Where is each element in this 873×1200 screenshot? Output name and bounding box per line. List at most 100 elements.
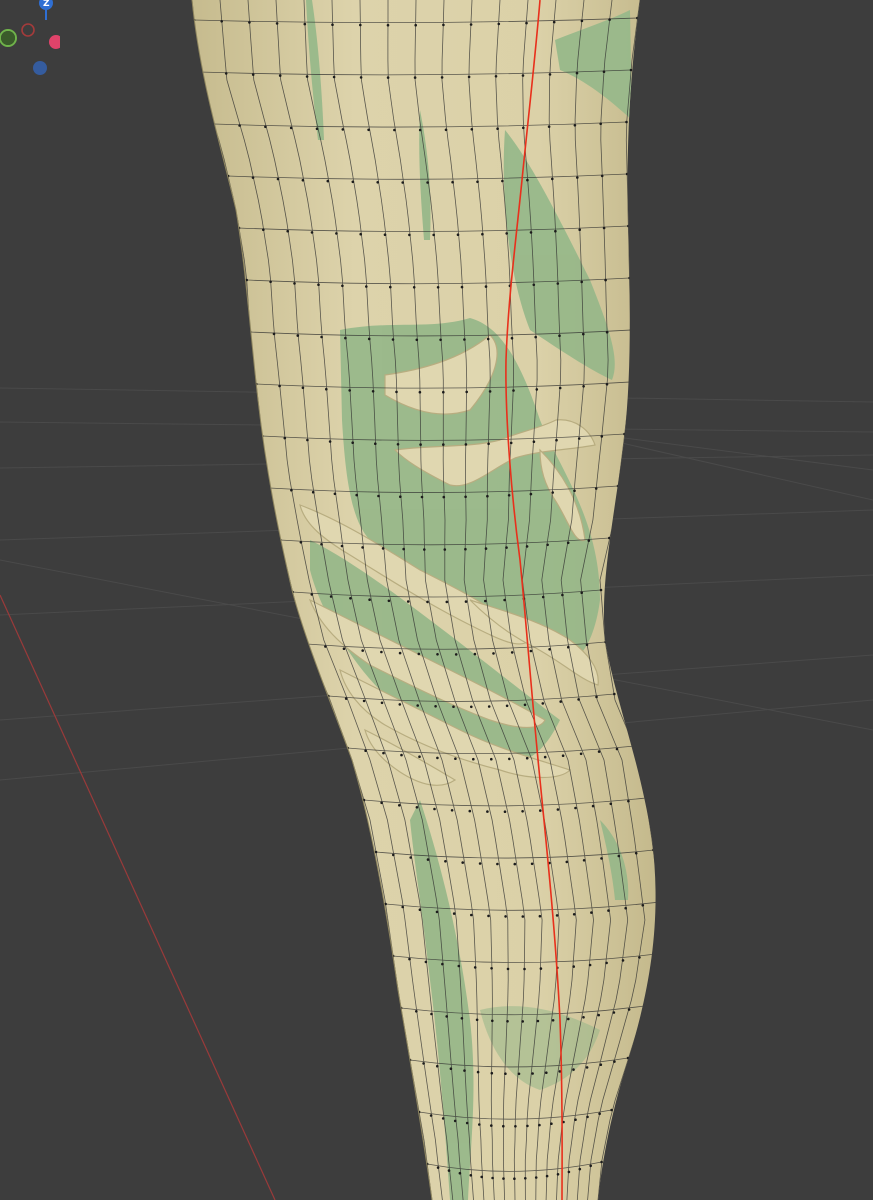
mesh-vertex bbox=[382, 751, 385, 755]
mesh-vertex bbox=[580, 19, 584, 23]
mesh-vertex bbox=[444, 128, 448, 132]
mesh-vertex bbox=[539, 967, 543, 970]
leg-mesh[interactable] bbox=[0, 0, 873, 1200]
mesh-vertex bbox=[580, 280, 583, 284]
mesh-vertex bbox=[402, 547, 406, 551]
mesh-vertex bbox=[439, 338, 442, 342]
mesh-vertex bbox=[452, 912, 456, 915]
mesh-vertex bbox=[464, 495, 467, 499]
mesh-vertex bbox=[473, 966, 477, 969]
mesh-vertex bbox=[484, 547, 488, 550]
mesh-vertex bbox=[612, 1011, 616, 1014]
mesh-vertex bbox=[512, 389, 515, 392]
mesh-vertex bbox=[521, 810, 524, 813]
mesh-vertex bbox=[440, 76, 444, 79]
mesh-vertex bbox=[588, 963, 592, 967]
mesh-vertex bbox=[305, 642, 309, 646]
mesh-vertex bbox=[415, 1010, 418, 1013]
mesh-vertex bbox=[551, 177, 554, 181]
mesh-vertex bbox=[340, 544, 344, 548]
mesh-vertex bbox=[503, 810, 507, 813]
mesh-vertex bbox=[408, 957, 411, 961]
mesh-vertex bbox=[441, 962, 444, 966]
mesh-vertex bbox=[460, 285, 464, 289]
mesh-vertex bbox=[626, 1056, 630, 1060]
mesh-vertex bbox=[398, 804, 401, 807]
mesh-vertex bbox=[496, 862, 499, 866]
mesh-vertex bbox=[344, 697, 348, 700]
mesh-vertex bbox=[625, 172, 629, 176]
mesh-vertex bbox=[530, 862, 534, 866]
mesh-vertex bbox=[418, 755, 421, 758]
mesh-vertex bbox=[238, 124, 241, 127]
mesh-vertex bbox=[392, 853, 395, 857]
mesh-vertex bbox=[580, 591, 583, 594]
mesh-vertex bbox=[585, 1066, 589, 1069]
mesh-vertex bbox=[510, 651, 514, 654]
mesh-vertex bbox=[465, 390, 469, 394]
mesh-vertex bbox=[458, 1171, 462, 1175]
mesh-vertex bbox=[605, 330, 609, 334]
3d-viewport[interactable]: Z bbox=[0, 0, 873, 1200]
mesh-vertex bbox=[289, 126, 293, 130]
mesh-vertex bbox=[272, 332, 276, 336]
mesh-vertex bbox=[470, 128, 474, 131]
mesh-vertex bbox=[380, 701, 384, 705]
mesh-vertex bbox=[374, 442, 377, 446]
mesh-vertex bbox=[615, 747, 619, 751]
mesh-vertex bbox=[301, 386, 305, 390]
mesh-vertex bbox=[486, 337, 490, 341]
mesh-vertex bbox=[534, 335, 537, 339]
mesh-vertex bbox=[617, 854, 621, 858]
mesh-vertex bbox=[590, 911, 593, 914]
mesh-vertex bbox=[575, 71, 579, 75]
mesh-vertex bbox=[641, 904, 645, 907]
mesh-vertex bbox=[496, 127, 499, 130]
mesh-vertex bbox=[532, 283, 536, 287]
mesh-vertex bbox=[505, 704, 509, 708]
mesh-vertex bbox=[449, 1067, 453, 1070]
mesh-vertex bbox=[487, 914, 490, 918]
mesh-vertex bbox=[652, 848, 655, 852]
mesh-vertex bbox=[467, 75, 471, 79]
mesh-vertex bbox=[491, 1019, 494, 1023]
mesh-vertex bbox=[604, 278, 607, 282]
mesh-vertex bbox=[638, 956, 641, 959]
mesh-vertex bbox=[320, 543, 323, 546]
mesh-vertex bbox=[538, 914, 542, 918]
mesh-vertex bbox=[486, 810, 489, 813]
navigation-gizmo[interactable]: Z bbox=[0, 0, 60, 80]
mesh-vertex bbox=[341, 128, 345, 131]
mesh-vertex bbox=[409, 856, 413, 859]
mesh-vertex bbox=[627, 224, 630, 228]
mesh-vertex bbox=[492, 652, 495, 655]
mesh-vertex bbox=[275, 22, 279, 25]
mesh-vertex bbox=[600, 1160, 603, 1164]
mesh-vertex bbox=[609, 802, 613, 806]
mesh-vertex bbox=[504, 915, 507, 918]
mesh-vertex bbox=[505, 546, 508, 549]
mesh-vertex bbox=[550, 1122, 553, 1125]
mesh-vertex bbox=[434, 705, 437, 708]
mesh-vertex bbox=[450, 809, 454, 812]
mesh-vertex bbox=[286, 229, 290, 233]
mesh-vertex bbox=[305, 75, 309, 78]
mesh-vertex bbox=[490, 967, 493, 970]
mesh-vertex bbox=[468, 809, 472, 813]
mesh-vertex bbox=[538, 1123, 541, 1127]
mesh-vertex bbox=[555, 438, 558, 442]
mesh-vertex bbox=[565, 860, 569, 864]
mesh-vertex bbox=[381, 547, 385, 550]
mesh-vertex bbox=[391, 338, 395, 341]
neg-z-axis-handle bbox=[33, 61, 47, 75]
mesh-vertex bbox=[325, 387, 328, 391]
mesh-vertex bbox=[470, 913, 473, 917]
mesh-vertex bbox=[514, 1125, 517, 1128]
mesh-vertex bbox=[395, 390, 398, 394]
mesh-vertex bbox=[605, 383, 609, 386]
mesh-vertex bbox=[399, 495, 402, 499]
mesh-vertex bbox=[442, 443, 445, 446]
mesh-vertex bbox=[561, 593, 564, 597]
mesh-vertex bbox=[424, 960, 428, 964]
mesh-vertex bbox=[364, 749, 367, 752]
